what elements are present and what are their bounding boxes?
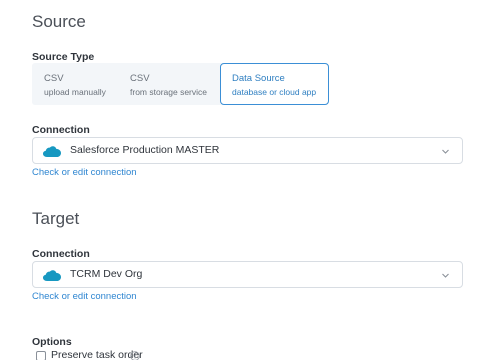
source-edit-connection-link[interactable]: Check or edit connection [32, 167, 137, 178]
source-type-csv-upload[interactable]: CSV upload manually [32, 63, 118, 105]
source-type-title: CSV [130, 73, 150, 84]
source-heading: Source [32, 12, 86, 31]
salesforce-cloud-icon [43, 146, 61, 157]
target-heading: Target [32, 209, 80, 228]
chevron-down-icon [442, 149, 449, 154]
source-type-subtitle: upload manually [44, 87, 106, 97]
target-connection-label: Connection [32, 248, 90, 260]
source-type-selector: CSV upload manually CSV from storage ser… [32, 63, 329, 105]
source-connection-select[interactable]: Salesforce Production MASTER [32, 137, 463, 164]
chevron-down-icon [442, 273, 449, 278]
preserve-task-order-label: Preserve task order [51, 349, 143, 360]
source-type-title: Data Source [232, 73, 285, 84]
target-connection-value: TCRM Dev Org [70, 268, 143, 280]
source-type-subtitle: from storage service [130, 87, 207, 97]
target-edit-connection-link[interactable]: Check or edit connection [32, 291, 137, 302]
source-type-data-source[interactable]: Data Source database or cloud app [220, 63, 329, 105]
info-icon[interactable] [130, 351, 140, 360]
target-connection-select[interactable]: TCRM Dev Org [32, 261, 463, 288]
source-type-csv-storage[interactable]: CSV from storage service [118, 63, 220, 105]
options-label: Options [32, 336, 72, 348]
source-type-subtitle: database or cloud app [232, 87, 317, 97]
source-connection-label: Connection [32, 124, 90, 136]
source-type-title: CSV [44, 73, 64, 84]
preserve-task-order-checkbox[interactable] [36, 351, 46, 360]
source-type-label: Source Type [32, 51, 95, 63]
source-connection-value: Salesforce Production MASTER [70, 144, 220, 156]
salesforce-cloud-icon [43, 270, 61, 281]
